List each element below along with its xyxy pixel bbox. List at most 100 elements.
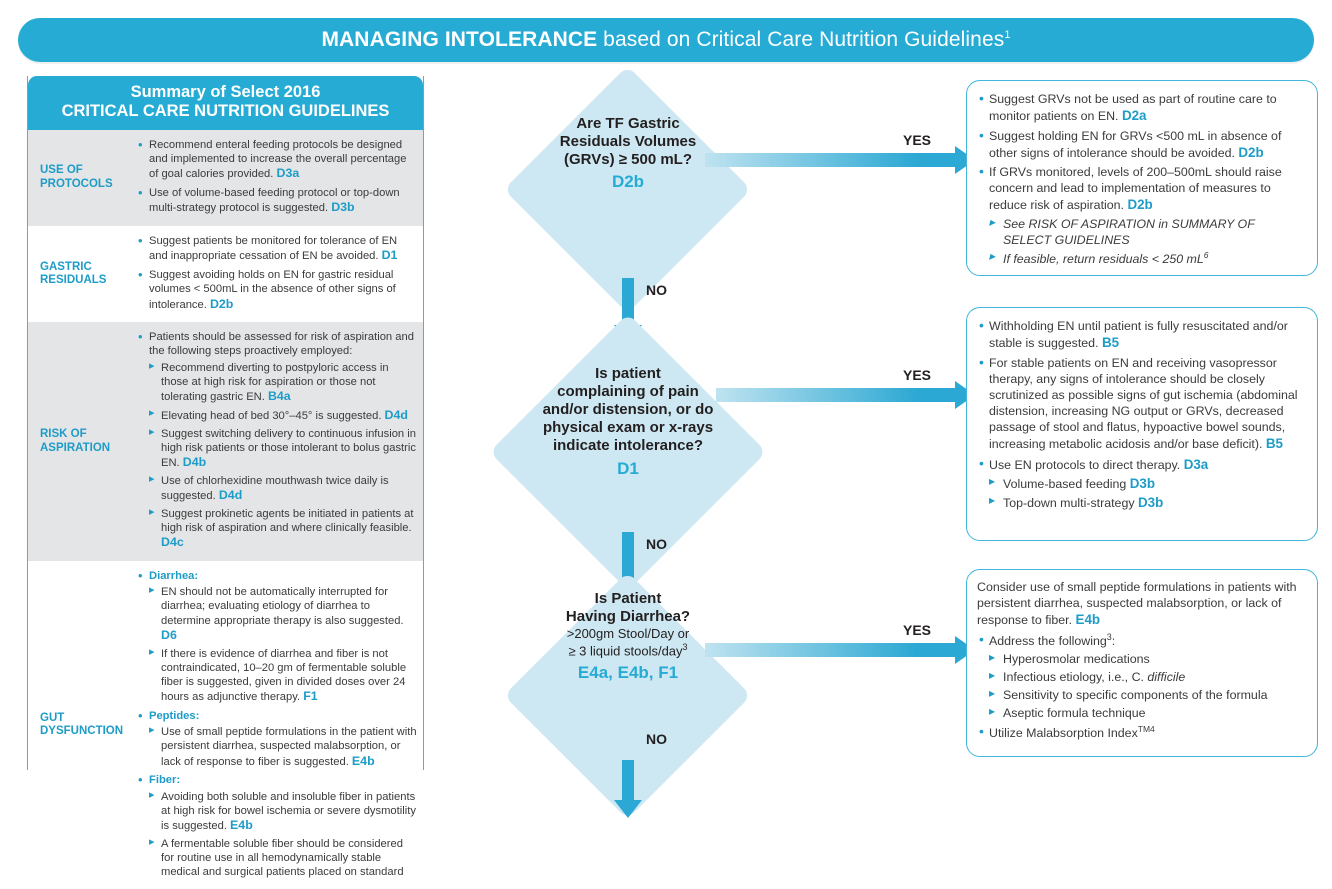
guideline-code: B4a bbox=[267, 389, 291, 404]
decision-question-line: Are TF Gastric bbox=[576, 115, 680, 132]
lead-text: Consider use of small peptide formulatio… bbox=[977, 580, 1297, 628]
decision-node-code: D2b bbox=[611, 172, 645, 191]
summary-header-line1: Summary of Select 2016 bbox=[130, 83, 321, 101]
summary-table-header: Summary of Select 2016 CRITICAL CARE NUT… bbox=[28, 76, 423, 130]
list-item: Volume-based feeding D3b bbox=[989, 474, 1305, 492]
decision-question-line: physical exam or x-rays bbox=[542, 419, 714, 436]
guideline-code: D4d bbox=[384, 407, 408, 422]
outcome-box-pain: Withholding EN until patient is fully re… bbox=[966, 307, 1318, 541]
guideline-code: D2b bbox=[1238, 144, 1264, 160]
guideline-code: D4d bbox=[218, 488, 243, 503]
list-item: If GRVs monitored, levels of 200–500mL s… bbox=[977, 162, 1305, 267]
row-category-gastric-residuals: GASTRIC RESIDUALS bbox=[40, 260, 107, 287]
list-item: Sensitivity to specific components of th… bbox=[989, 686, 1305, 703]
decision-node-code: E4a, E4b, F1 bbox=[577, 662, 679, 682]
sub-label-peptides: Peptides: bbox=[149, 710, 200, 722]
guideline-code: D3b bbox=[1137, 495, 1164, 511]
guideline-code: D4b bbox=[182, 455, 207, 470]
bullet-text: Suggest patients be monitored for tolera… bbox=[149, 235, 398, 263]
guideline-code: D2b bbox=[209, 296, 234, 311]
page-title-rest: based on Critical Care Nutrition Guideli… bbox=[597, 28, 1005, 51]
no-arrow-diarrhea bbox=[614, 760, 642, 840]
decision-question-line: indicate intolerance? bbox=[552, 437, 704, 454]
bullet-text: Use of chlorhexidine mouthwash twice dai… bbox=[161, 474, 389, 503]
no-label-grv: NO bbox=[646, 282, 667, 298]
list-item: Use of volume-based feeding protocol or … bbox=[136, 185, 417, 216]
bullet-text-after: : bbox=[1111, 633, 1116, 648]
sub-label-fiber: Fiber: bbox=[149, 774, 181, 787]
yes-arrow-diarrhea bbox=[705, 636, 975, 664]
summary-table: Summary of Select 2016 CRITICAL CARE NUT… bbox=[27, 76, 424, 889]
guideline-code: D3a bbox=[276, 166, 300, 181]
bullet-text: EN should not be automatically interrupt… bbox=[161, 586, 404, 627]
bullet-text: Avoiding both soluble and insoluble fibe… bbox=[161, 790, 416, 833]
list-item: Suggest GRVs not be used as part of rout… bbox=[977, 89, 1305, 125]
bullet-text: Hyperosmolar medications bbox=[1003, 651, 1150, 666]
guideline-code: D3b bbox=[1129, 476, 1156, 492]
outcome-box-diarrhea: Consider use of small peptide formulatio… bbox=[966, 569, 1318, 757]
outcome-box-grv: Suggest GRVs not be used as part of rout… bbox=[966, 80, 1318, 276]
bullet-text: Withholding EN until patient is fully re… bbox=[989, 319, 1288, 351]
row-category-gut-dysfunction: GUT DYSFUNCTION bbox=[40, 711, 124, 738]
bullet-text: Use of volume-based feeding protocol or … bbox=[149, 187, 400, 215]
list-item: EN should not be automatically interrupt… bbox=[149, 584, 417, 643]
list-item: Fiber: Avoiding both soluble and insolub… bbox=[136, 772, 417, 879]
list-item: For stable patients on EN and receiving … bbox=[977, 353, 1305, 453]
list-item: Use of chlorhexidine mouthwash twice dai… bbox=[149, 473, 417, 504]
no-label-diarrhea: NO bbox=[646, 731, 667, 747]
list-item: Patients should be assessed for risk of … bbox=[136, 329, 417, 551]
yes-arrow-grv bbox=[705, 146, 975, 174]
no-label-pain: NO bbox=[646, 536, 667, 552]
guideline-code: D2b bbox=[1127, 197, 1153, 213]
flowchart: Are TF Gastric Residuals Volumes (GRVs) … bbox=[478, 65, 975, 820]
bullet-text: Infectious etiology, i.e., C. difficile bbox=[1003, 670, 1186, 685]
row-category-use-of-protocols: USE OF PROTOCOLS bbox=[40, 164, 113, 191]
row-body-risk-of-aspiration: Patients should be assessed for risk of … bbox=[136, 322, 423, 561]
list-item: Use EN protocols to direct therapy. D3a … bbox=[977, 454, 1305, 512]
list-item: Elevating head of bed 30°–45° is suggest… bbox=[149, 407, 417, 424]
bullet-text: Patients should be assessed for risk of … bbox=[149, 331, 414, 358]
list-item: See RISK OF ASPIRATION in SUMMARY OF SEL… bbox=[989, 215, 1305, 248]
list-item: Peptides: Use of small peptide formulati… bbox=[136, 708, 417, 769]
table-row: RISK OF ASPIRATION Patients should be as… bbox=[28, 322, 423, 561]
bullet-text: If feasible, return residuals < 250 mL bbox=[1003, 252, 1204, 267]
list-item: Recommend enteral feeding protocols be d… bbox=[136, 137, 417, 182]
bullet-text: Address the following bbox=[989, 633, 1107, 648]
bullet-text: Sensitivity to specific components of th… bbox=[1003, 688, 1268, 703]
decision-node-diarrhea-text: Is Patient Having Diarrhea? >200gm Stool… bbox=[503, 590, 753, 683]
table-row: GUT DYSFUNCTION Diarrhea: EN should not … bbox=[28, 560, 423, 889]
list-item: Address the following3: Hyperosmolar med… bbox=[977, 630, 1305, 722]
row-category-risk-of-aspiration: RISK OF ASPIRATION bbox=[40, 428, 111, 454]
decision-question-line: Residuals Volumes bbox=[559, 133, 697, 150]
bullet-text: A fermentable soluble fiber should be co… bbox=[161, 837, 404, 879]
bullet-text: See RISK OF ASPIRATION in SUMMARY OF SEL… bbox=[1003, 216, 1255, 247]
guideline-code: D2a bbox=[1121, 108, 1147, 124]
bullet-superscript: 6 bbox=[1203, 250, 1209, 261]
list-item: Utilize Malabsorption IndexTM4 bbox=[977, 722, 1305, 741]
bullet-text: Use of small peptide formulations in the… bbox=[161, 726, 417, 768]
decision-question-line: and/or distension, or do bbox=[542, 401, 714, 418]
guideline-code: B5 bbox=[1265, 436, 1284, 452]
list-item: Hyperosmolar medications bbox=[989, 650, 1305, 667]
decision-subtext-superscript: 3 bbox=[682, 641, 688, 652]
list-item: Suggest avoiding holds on EN for gastric… bbox=[136, 267, 417, 312]
guideline-code: E4b bbox=[351, 753, 375, 768]
bullet-text: Top-down multi-strategy bbox=[1003, 496, 1135, 511]
yes-label-grv: YES bbox=[903, 132, 932, 148]
sub-label-diarrhea: Diarrhea: bbox=[149, 569, 199, 582]
summary-header-line2: CRITICAL CARE NUTRITION GUIDELINES bbox=[61, 101, 390, 120]
guideline-code: D3a bbox=[1183, 456, 1209, 472]
bullet-text: For stable patients on EN and receiving … bbox=[989, 355, 1298, 452]
outcome-lead-text: Consider use of small peptide formulatio… bbox=[977, 579, 1305, 629]
page-title-strong: MANAGING INTOLERANCE bbox=[321, 28, 598, 51]
list-item: If there is evidence of diarrhea and fib… bbox=[149, 646, 417, 705]
page-title-banner: MANAGING INTOLERANCE based on Critical C… bbox=[18, 18, 1314, 62]
row-body-use-of-protocols: Recommend enteral feeding protocols be d… bbox=[136, 130, 423, 226]
guideline-code: F1 bbox=[303, 689, 318, 704]
yes-label-diarrhea: YES bbox=[903, 622, 932, 638]
guideline-code: D6 bbox=[161, 627, 177, 642]
list-item: Aseptic formula technique bbox=[989, 704, 1305, 721]
table-row: USE OF PROTOCOLS Recommend enteral feedi… bbox=[28, 129, 423, 227]
page-title-superscript: 1 bbox=[1004, 29, 1011, 41]
list-item: Suggest switching delivery to continuous… bbox=[149, 426, 417, 471]
